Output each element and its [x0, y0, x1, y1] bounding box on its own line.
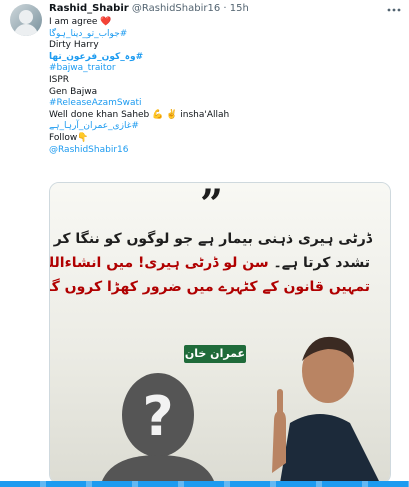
- author-handle[interactable]: @RashidShabir16: [132, 3, 220, 14]
- hashtag-link[interactable]: #جواب_تو_دینا_ہوگا: [49, 29, 399, 41]
- tweet-line-text: Dirty Harry: [49, 40, 99, 51]
- image-text-line: تشدد کرتا ہے۔ سن لو ڈرٹی ہیری! میں انشاء…: [49, 255, 371, 271]
- tweet-line-text: Follow👇: [49, 132, 89, 143]
- image-text-line: ڈرٹی ہیری ذہنی بیمار ہے جو لوگوں کو ننگا…: [49, 231, 372, 247]
- scroll-progress-bar: [0, 481, 409, 487]
- tweet-text: I am agree ❤️ #جواب_تو_دینا_ہوگا Dirty H…: [49, 17, 399, 156]
- author-avatar[interactable]: [10, 4, 42, 36]
- more-horizontal-icon[interactable]: [387, 2, 401, 16]
- quote-mark: ”: [200, 182, 224, 228]
- name-badge: عمران خان: [184, 345, 246, 363]
- tweet-line-text: Well done khan Saheb 💪 ✌️ insha'Allah: [49, 109, 230, 120]
- separator: ·: [223, 3, 227, 14]
- hashtag-link[interactable]: #ReleaseAzamSwati: [49, 98, 399, 110]
- hashtag-link[interactable]: #bajwa_traitor: [49, 63, 399, 75]
- image-text-segment: تشدد کرتا ہے۔: [273, 255, 371, 271]
- tweet[interactable]: Rashid_Shabir @RashidShabir16 · 15h I am…: [0, 0, 409, 487]
- tweet-line-text: Gen Bajwa: [49, 86, 98, 97]
- author-name[interactable]: Rashid_Shabir: [49, 3, 129, 14]
- anonymous-silhouette-icon: ?: [101, 373, 215, 483]
- hashtag-link[interactable]: #وہ_کون_فرعون_تھا: [49, 52, 399, 64]
- svg-text:?: ?: [142, 385, 173, 448]
- image-text-line: تمہیں قانون کے کٹہرے میں ضرور کھڑا کروں …: [49, 279, 370, 295]
- tweet-header: Rashid_Shabir @RashidShabir16 · 15h: [49, 3, 249, 14]
- person-photo: [272, 336, 380, 483]
- image-text-segment: سن لو ڈرٹی ہیری! میں انشاءاللہ: [49, 255, 274, 271]
- tweet-time[interactable]: 15h: [230, 3, 249, 14]
- hashtag-link[interactable]: #غازی_عمران_آرہا_ہے: [49, 121, 399, 133]
- media-image[interactable]: ” ڈرٹی ہیری ذہنی بیمار ہے جو لوگوں کو نن…: [49, 182, 391, 484]
- tweet-line-text: ISPR: [49, 74, 70, 85]
- tweet-line-text: I am agree ❤️: [49, 17, 112, 27]
- mention-link[interactable]: @RashidShabir16: [49, 145, 399, 157]
